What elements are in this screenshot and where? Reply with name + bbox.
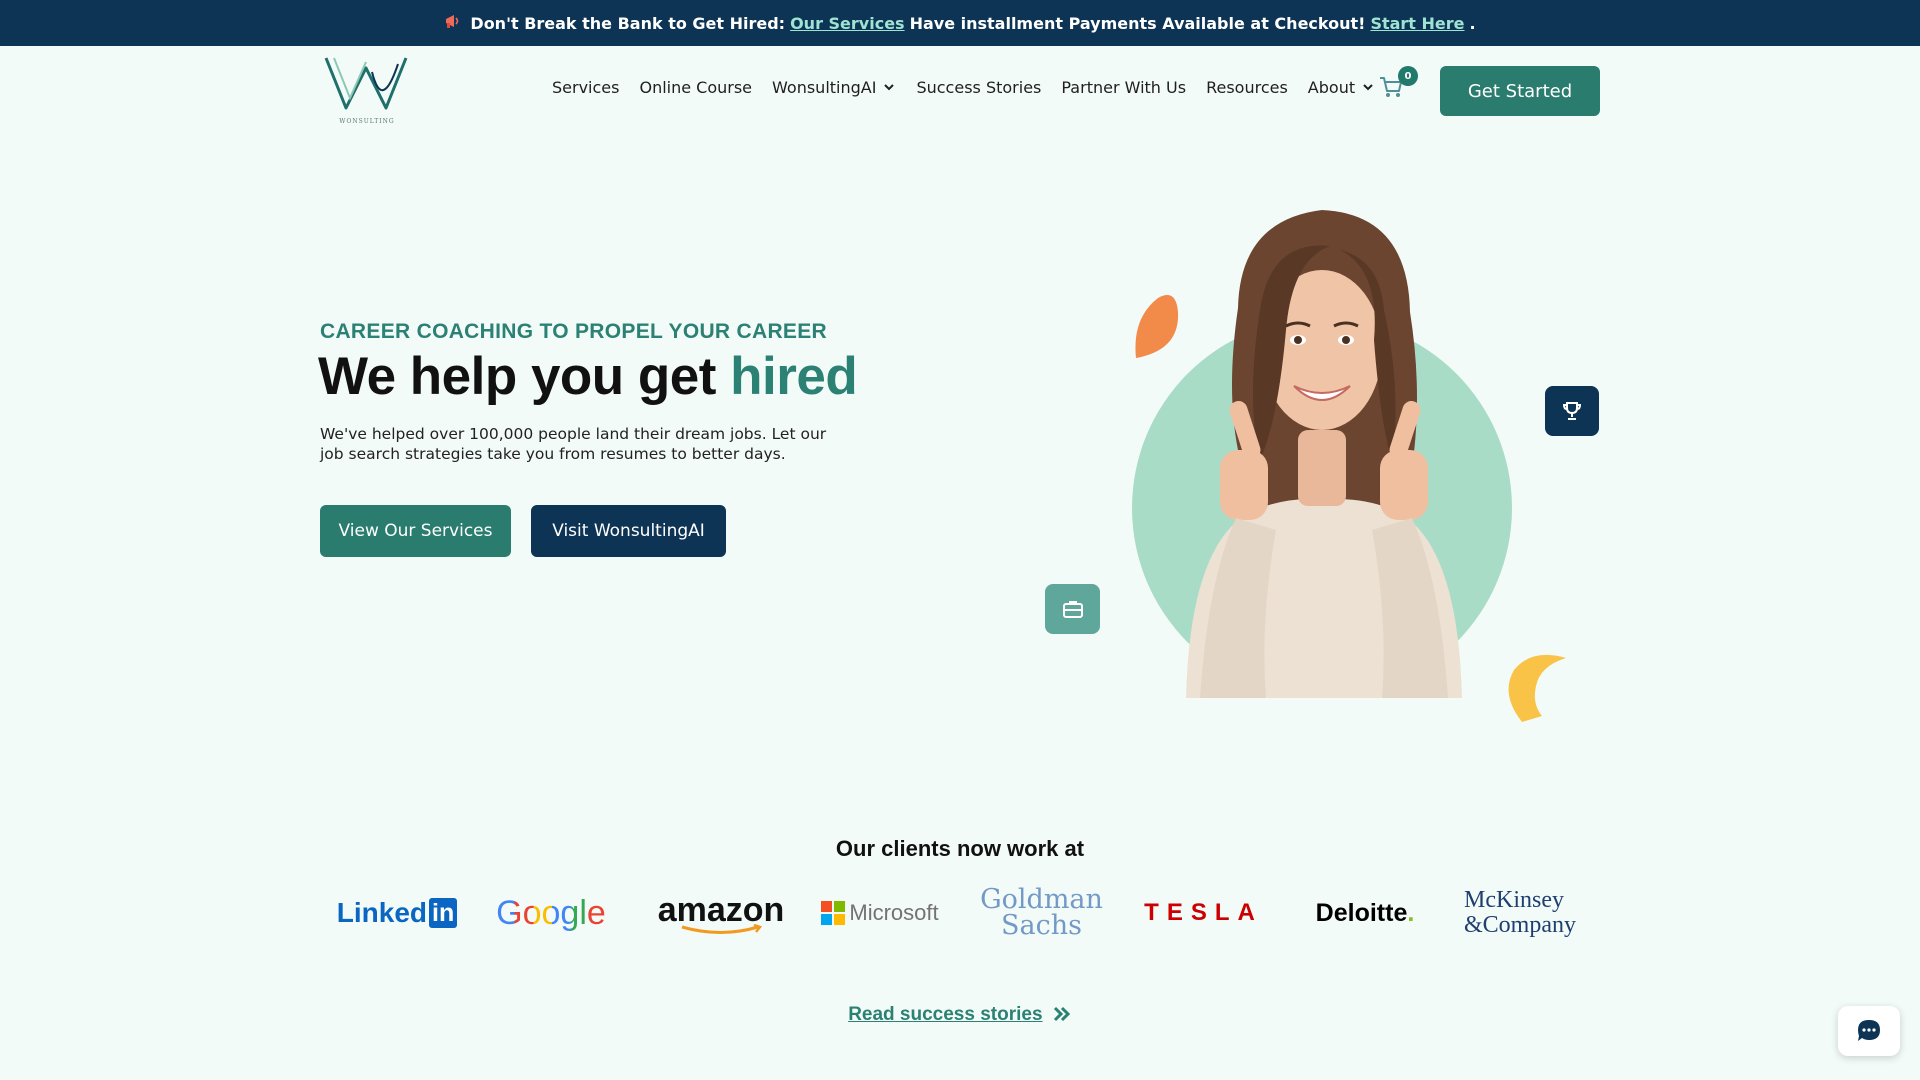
hero-headline: We help you get hired	[318, 346, 858, 407]
briefcase-badge	[1045, 584, 1100, 634]
chevron-down-icon	[1363, 84, 1373, 91]
nav-success-stories-label: Success Stories	[916, 77, 1042, 97]
sachs-text: Sachs	[1001, 910, 1082, 941]
nav-online-course[interactable]: Online Course	[639, 78, 752, 97]
woman-neck	[1298, 430, 1346, 506]
deloitte-text: Deloitte	[1315, 898, 1408, 927]
headline-plain: We help you get	[318, 347, 731, 406]
linkedin-logo: Linked in	[332, 880, 462, 946]
wonsulting-logo[interactable]: WONSULTING	[322, 52, 412, 128]
announcement-tail: .	[1469, 13, 1476, 33]
megaphone-icon	[444, 13, 462, 33]
main-nav: Services Online Course WonsultingAI Succ…	[552, 70, 1395, 104]
nav-wonsultingai-label: WonsultingAI	[772, 77, 877, 97]
linkedin-in: in	[429, 898, 458, 928]
get-started-button[interactable]: Get Started	[1440, 66, 1600, 116]
visit-wonsultingai-button[interactable]: Visit WonsultingAI	[531, 505, 726, 557]
site-header: WONSULTING Services Online Course Wonsul…	[0, 46, 1920, 136]
nav-partner-with-us[interactable]: Partner With Us	[1061, 78, 1186, 97]
chat-bubble-icon	[1858, 1020, 1880, 1041]
cart-count-badge: 0	[1398, 66, 1418, 86]
amazon-smile-icon	[681, 923, 763, 934]
double-chevron-right-icon[interactable]	[1052, 1006, 1072, 1022]
announcement-bar: Don't Break the Bank to Get Hired: Our S…	[0, 0, 1920, 46]
mckinsey-text: McKinsey	[1464, 887, 1564, 913]
chat-widget-button[interactable]	[1838, 1006, 1900, 1056]
linkedin-text: Linked	[336, 897, 427, 928]
read-success-stories-link[interactable]: Read success stories	[848, 1004, 1042, 1025]
nav-resources-label: Resources	[1206, 77, 1288, 97]
start-here-link[interactable]: Start Here	[1370, 14, 1464, 33]
goldman-sachs-logo: Goldman Sachs	[980, 880, 1103, 946]
nav-wonsultingai[interactable]: WonsultingAI	[772, 78, 896, 97]
microsoft-grid-icon	[821, 901, 846, 925]
nav-services[interactable]: Services	[552, 78, 619, 97]
hero-eyebrow: CAREER COACHING TO PROPEL YOUR CAREER	[320, 320, 827, 343]
read-success-stories: Read success stories	[0, 1004, 1920, 1026]
yellow-shape	[1508, 654, 1566, 722]
google-text: Google	[496, 893, 606, 932]
announcement-middle: Have installment Payments Available at C…	[909, 13, 1366, 33]
amazon-logo: amazon	[656, 880, 786, 946]
hero-illustration	[1132, 210, 1566, 722]
orange-shape	[1135, 295, 1179, 358]
cart-button[interactable]: 0	[1378, 66, 1418, 104]
google-logo: Google	[496, 880, 606, 946]
mckinsey-logo: McKinsey &Company	[1464, 880, 1594, 946]
tesla-text: TESLA	[1144, 899, 1263, 926]
microsoft-logo: Microsoft	[820, 880, 940, 946]
microsoft-text: Microsoft	[849, 900, 939, 925]
chevron-down-icon	[884, 84, 895, 91]
headline-accent: hired	[730, 347, 858, 406]
clients-title: Our clients now work at	[835, 836, 1085, 861]
nav-about[interactable]: About	[1308, 78, 1375, 97]
deloitte-dot: .	[1407, 898, 1415, 927]
nav-resources[interactable]: Resources	[1206, 78, 1288, 97]
view-our-services-button[interactable]: View Our Services	[320, 505, 511, 557]
nav-services-label: Services	[552, 77, 620, 97]
trophy-badge	[1545, 386, 1599, 436]
trophy-icon	[1562, 402, 1582, 420]
deloitte-logo: Deloitte.	[1310, 880, 1420, 946]
announcement-lead: Don't Break the Bank to Get Hired:	[470, 13, 786, 33]
logo-wordmark: WONSULTING	[339, 118, 395, 125]
nav-about-label: About	[1307, 77, 1356, 97]
nav-online-course-label: Online Course	[639, 77, 753, 97]
nav-success-stories[interactable]: Success Stories	[916, 78, 1041, 97]
client-logos: Linked in Google amazon Microsoft Goldman…	[320, 880, 1600, 946]
tesla-logo: TESLA	[1144, 880, 1263, 946]
nav-partner-with-us-label: Partner With Us	[1061, 77, 1187, 97]
our-services-link[interactable]: Our Services	[790, 14, 905, 33]
company-text: &Company	[1464, 912, 1576, 938]
hero-subtext: We've helped over 100,000 people land th…	[320, 425, 827, 463]
briefcase-icon	[1062, 601, 1083, 618]
